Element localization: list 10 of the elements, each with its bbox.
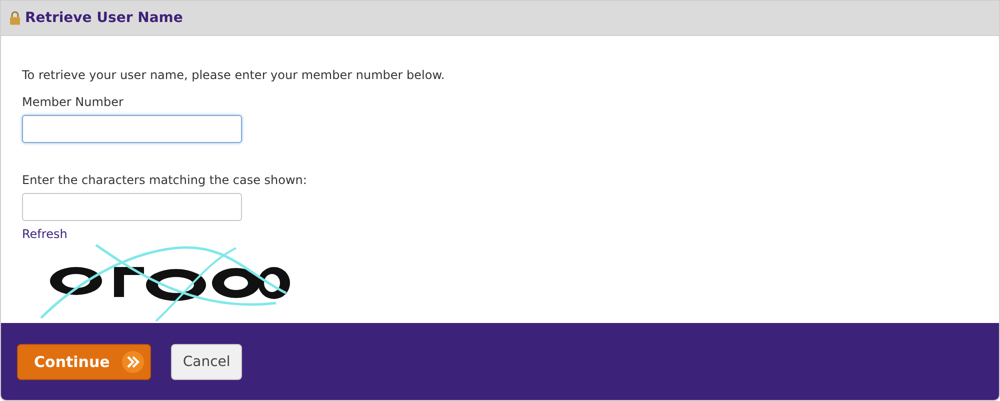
cancel-button[interactable]: Cancel [170,344,242,380]
field-label: Member Number [22,94,124,111]
field-label: Enter the characters matching the case shown: [22,172,307,189]
double-chevron-icon [122,351,144,373]
refresh-link[interactable]: Refresh [22,225,68,243]
input-field[interactable] [22,115,242,143]
instruction-text: To retrieve your user name, please enter your member number below. [22,67,445,84]
input-field[interactable] [22,193,242,221]
page-title: Retrieve User Name [25,8,183,28]
padlock-icon [9,11,21,25]
